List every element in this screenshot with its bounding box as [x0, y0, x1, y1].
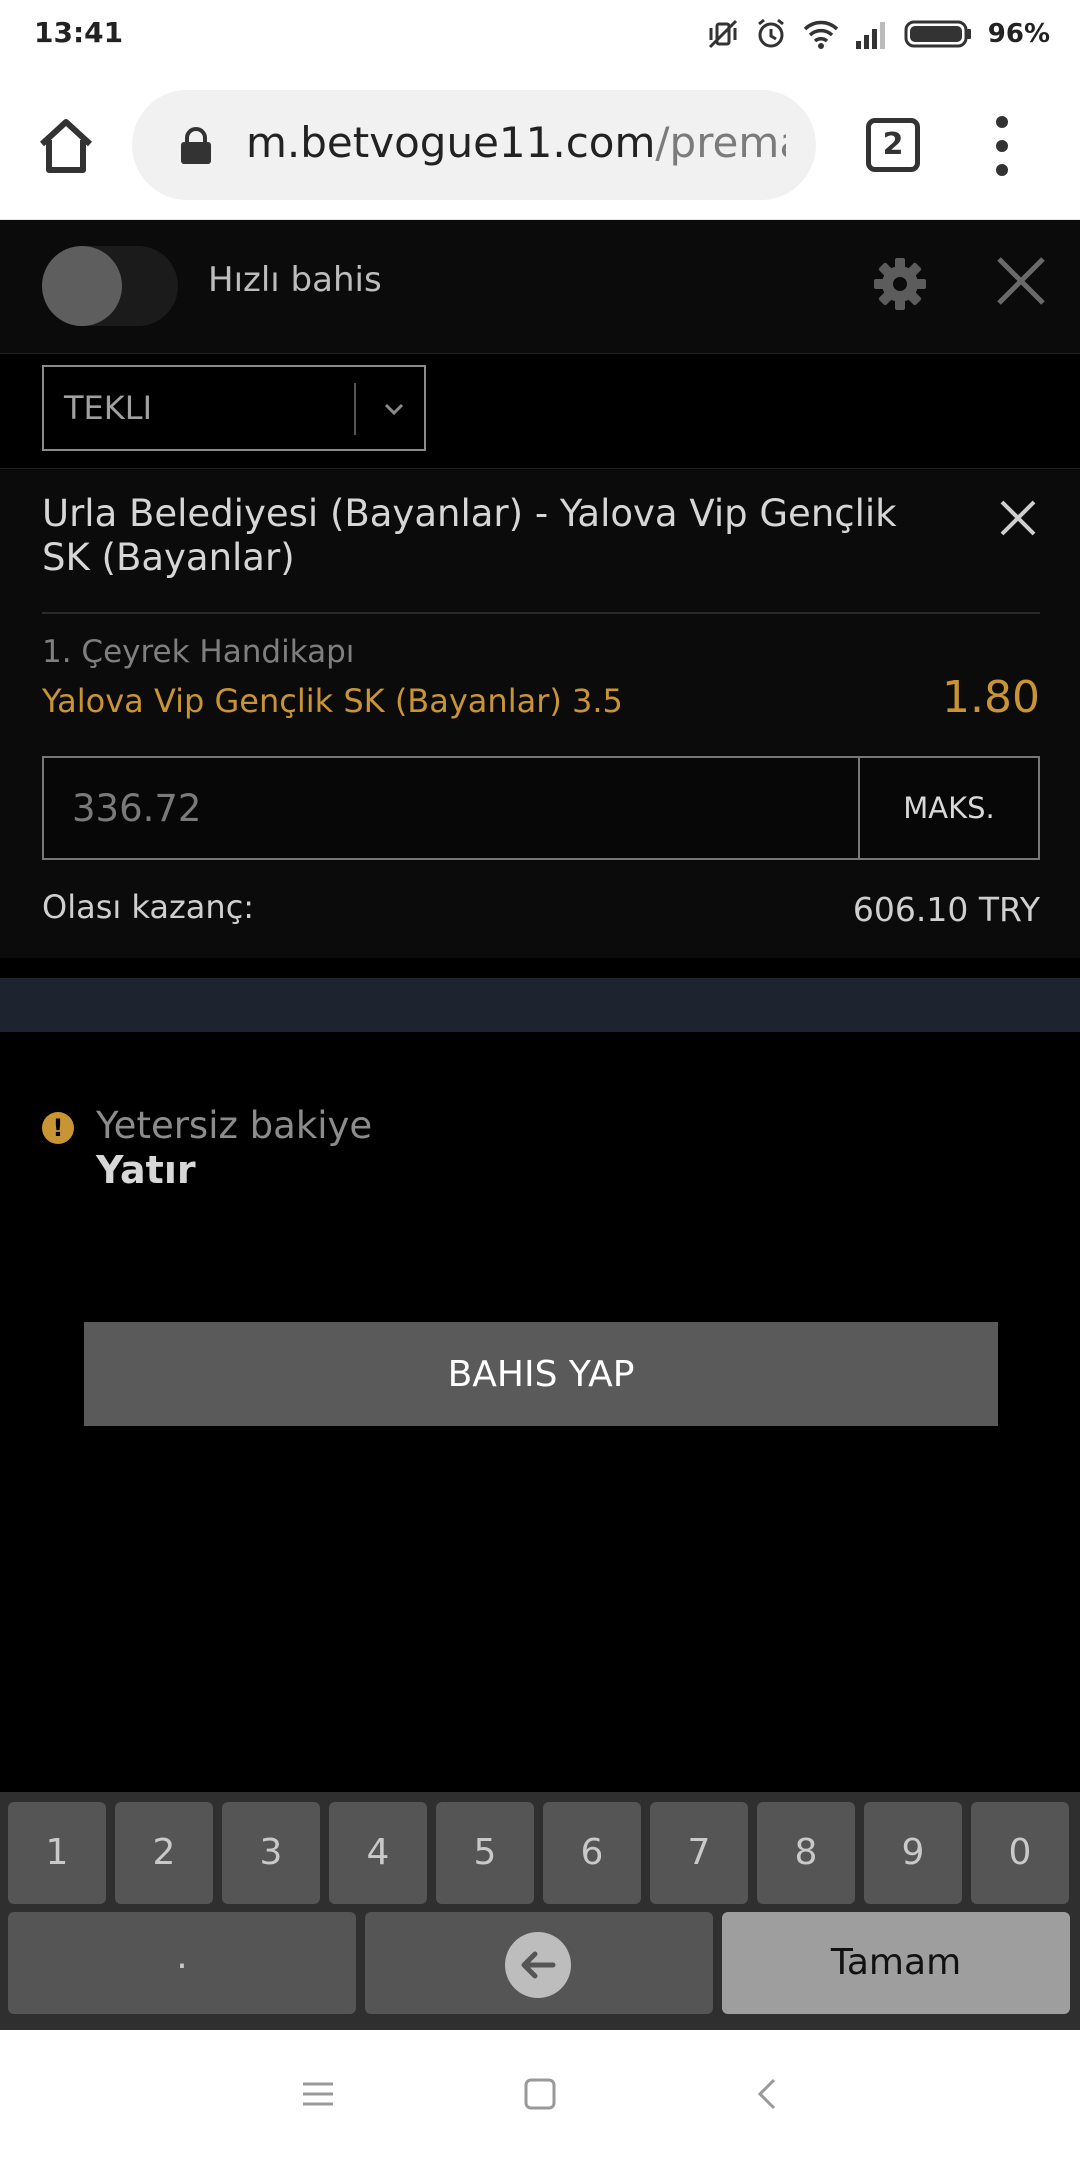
- status-bar: 13:41 96%: [0, 0, 1080, 70]
- lock-icon: [181, 127, 211, 164]
- gear-icon[interactable]: [872, 256, 928, 312]
- key-6[interactable]: 6: [543, 1802, 641, 1904]
- wifi-icon: [803, 20, 838, 49]
- place-bet-button[interactable]: BAHIS YAP: [84, 1322, 998, 1426]
- section-separator: [0, 978, 1080, 1032]
- bet-type-value: TEKLI: [64, 389, 153, 427]
- quick-bet-label: Hızlı bahis: [208, 260, 382, 300]
- tab-switcher-button[interactable]: 2: [866, 118, 920, 172]
- key-7[interactable]: 7: [650, 1802, 748, 1904]
- remove-selection-icon[interactable]: [996, 496, 1040, 540]
- recent-apps-icon[interactable]: [300, 2076, 336, 2112]
- system-nav-bar: [0, 2030, 1080, 2160]
- odds-value: 1.80: [942, 672, 1040, 723]
- key-8[interactable]: 8: [757, 1802, 855, 1904]
- home-nav-icon[interactable]: [522, 2076, 558, 2112]
- match-title: Urla Belediyesi (Bayanlar) - Yalova Vip …: [42, 492, 897, 579]
- browser-menu-icon[interactable]: [986, 114, 1020, 178]
- potential-payout-value: 606.10 TRY: [852, 890, 1040, 929]
- key-0[interactable]: 0: [971, 1802, 1069, 1904]
- key-1[interactable]: 1: [8, 1802, 106, 1904]
- home-icon[interactable]: [34, 114, 98, 178]
- vibrate-off-icon: [708, 19, 737, 49]
- url-text: m.betvogue11.com/premat: [246, 118, 786, 174]
- backspace-icon: [505, 1932, 571, 1998]
- key-4[interactable]: 4: [329, 1802, 427, 1904]
- toggle-knob: [42, 246, 122, 326]
- potential-payout-label: Olası kazanç:: [42, 888, 255, 926]
- warning-icon: !: [42, 1112, 74, 1144]
- slip-divider: [42, 612, 1040, 614]
- select-divider: [354, 383, 356, 435]
- status-time: 13:41: [34, 16, 124, 49]
- bet-type-row: TEKLI: [0, 355, 1080, 469]
- battery-percent: 96%: [987, 19, 1050, 49]
- insufficient-balance-text: Yetersiz bakiye: [96, 1104, 373, 1147]
- key-decimal[interactable]: .: [8, 1912, 356, 2014]
- key-done[interactable]: Tamam: [722, 1912, 1070, 2014]
- bet-slip-header: Hızlı bahis: [0, 220, 1080, 354]
- url-host: m.betvogue11.com: [246, 118, 656, 167]
- bet-type-select[interactable]: TEKLI: [42, 365, 426, 451]
- back-nav-icon[interactable]: [750, 2076, 786, 2112]
- close-icon[interactable]: [994, 254, 1048, 308]
- status-icons: 96%: [706, 14, 1050, 54]
- bet-slip-card: Urla Belediyesi (Bayanlar) - Yalova Vip …: [0, 470, 1080, 958]
- alarm-icon: [757, 18, 784, 48]
- market-name: 1. Çeyrek Handikapı: [42, 634, 355, 670]
- url-path: /premat: [655, 118, 786, 167]
- numeric-keyboard: 1 2 3 4 5 6 7 8 9 0 . Tamam: [0, 1792, 1080, 2030]
- address-bar[interactable]: m.betvogue11.com/premat: [132, 90, 816, 200]
- key-9[interactable]: 9: [864, 1802, 962, 1904]
- quick-bet-toggle[interactable]: [42, 246, 178, 326]
- key-3[interactable]: 3: [222, 1802, 320, 1904]
- browser-toolbar: m.betvogue11.com/premat 2: [0, 70, 1080, 220]
- max-stake-button[interactable]: MAKS.: [858, 756, 1040, 860]
- key-2[interactable]: 2: [115, 1802, 213, 1904]
- key-5[interactable]: 5: [436, 1802, 534, 1904]
- battery-icon: [904, 20, 971, 48]
- stake-input[interactable]: [42, 756, 860, 860]
- chevron-down-icon: [384, 403, 404, 416]
- signal-icon: [855, 22, 885, 49]
- deposit-link[interactable]: Yatır: [96, 1148, 196, 1192]
- key-backspace[interactable]: [365, 1912, 713, 2014]
- selection-name: Yalova Vip Gençlik SK (Bayanlar) 3.5: [42, 682, 623, 720]
